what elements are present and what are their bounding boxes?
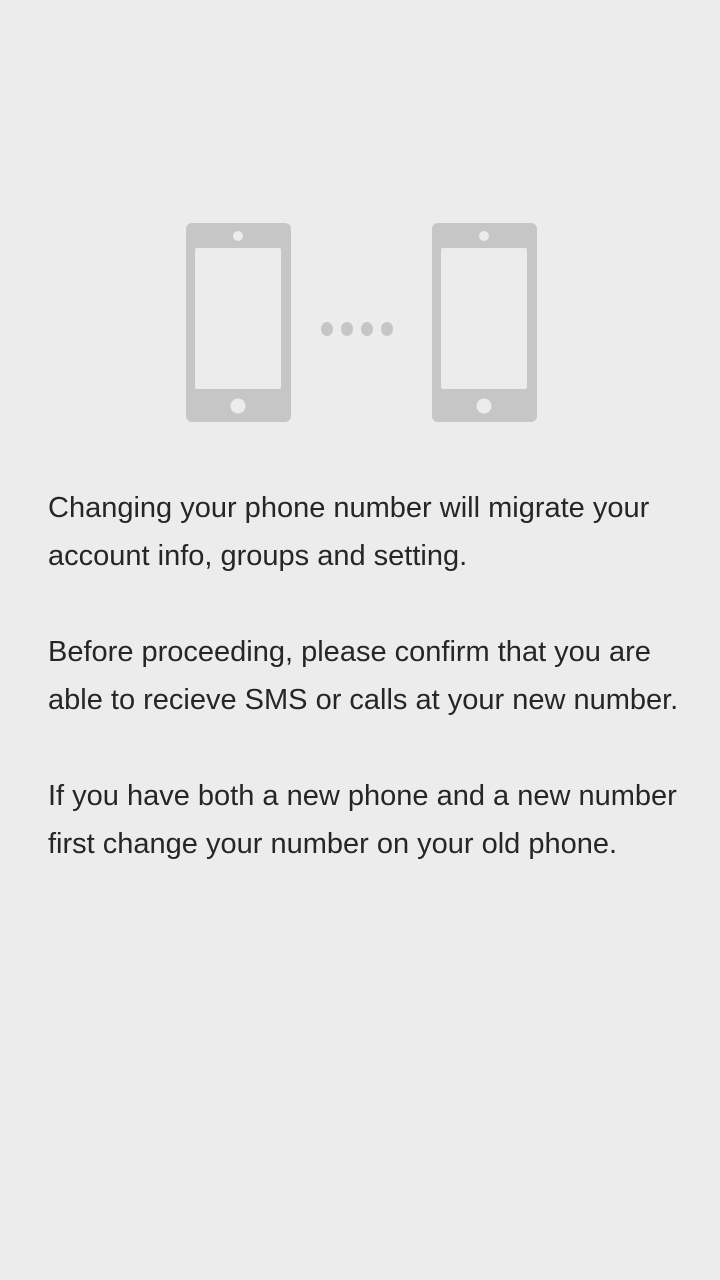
phone-transfer-icon [186,223,537,422]
new-phone-icon [432,223,537,422]
change-number-screen: Changing your phone number will migrate … [0,0,720,1280]
confirmation-info-paragraph: Before proceeding, please confirm that y… [48,636,679,716]
info-text-block: Changing your phone number will migrate … [48,484,698,868]
migration-info-paragraph: Changing your phone number will migrate … [48,492,650,572]
old-phone-icon [186,223,291,422]
new-phone-info-paragraph: If you have both a new phone and a new n… [48,780,677,860]
transfer-dots-icon [321,322,393,336]
phone-transfer-illustration [185,222,538,423]
